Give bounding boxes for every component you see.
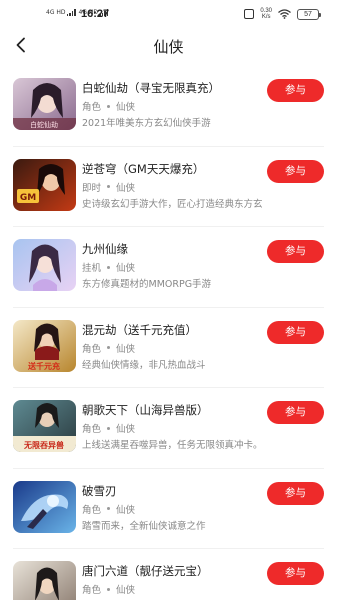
game-name: 混元劫（送千元充值） — [82, 322, 197, 337]
list-item[interactable]: 九州仙缘 挂机 仙侠 东方修真题材的MMORPG手游 参与 — [0, 227, 337, 308]
list-item[interactable]: 白蛇仙劫 白蛇仙劫（寻宝无限真充） 角色 仙侠 2021年唯美东方玄幻仙侠手游 参… — [0, 66, 337, 147]
page-title: 仙侠 — [153, 38, 184, 56]
game-type: 角色 — [82, 102, 102, 113]
signal-label-1: 4G HD — [46, 9, 66, 16]
status-bar: 4G HD 4G HD 16:27 0.30 K/s 57 — [0, 0, 337, 30]
game-thumbnail: GM — [13, 158, 76, 211]
dot-separator — [107, 507, 111, 510]
network-speed: 0.30 K/s — [260, 8, 272, 20]
game-type: 即时 — [82, 182, 102, 194]
game-thumbnail — [13, 561, 76, 600]
list-item[interactable]: 无限吞异兽 朝歌天下（山海异兽版） 角色 仙侠 上线送满星吞噬异兽，任务无限领真冲… — [0, 388, 337, 469]
game-description: 2021年唯美东方玄幻仙侠手游 — [82, 118, 211, 129]
net-speed-unit: K/s — [261, 14, 271, 20]
game-genre: 仙侠 — [116, 585, 136, 596]
game-tags: 角色 仙侠 — [82, 99, 135, 113]
game-name: 白蛇仙劫（寻宝无限真充） — [82, 81, 220, 95]
dot-separator — [107, 265, 111, 269]
game-type: 挂机 — [82, 263, 102, 274]
game-tags: 即时 仙侠 — [82, 180, 135, 194]
signal-icon: 4G HD — [46, 9, 76, 16]
join-button[interactable]: 参与 — [267, 240, 324, 263]
game-genre: 仙侠 — [116, 343, 136, 355]
game-thumbnail: 送千元充 — [13, 319, 76, 372]
dot-separator — [107, 185, 111, 188]
game-name: 九州仙缘 — [82, 242, 128, 256]
dot-separator — [107, 587, 111, 591]
game-tags: 角色 仙侠 — [82, 421, 135, 435]
wifi-icon — [278, 9, 291, 19]
svg-text:白蛇仙劫: 白蛇仙劫 — [30, 120, 58, 129]
game-genre: 仙侠 — [116, 424, 136, 435]
game-type: 角色 — [82, 424, 102, 435]
list-item[interactable]: 破雪刃 角色 仙侠 踏雪而来，全新仙侠诚意之作 参与 — [0, 469, 337, 549]
game-description: 踏雪而来，全新仙侠诚意之作 — [82, 520, 206, 532]
game-description: 史诗级玄幻手游大作，匠心打造经典东方玄幻世界！ — [82, 198, 262, 210]
join-button[interactable]: 参与 — [267, 481, 324, 505]
join-button[interactable]: 参与 — [267, 401, 324, 424]
game-tags: 挂机 仙侠 — [82, 260, 135, 274]
game-type: 角色 — [82, 585, 102, 596]
game-genre: 仙侠 — [116, 102, 136, 113]
dot-separator — [107, 346, 111, 349]
game-thumbnail — [13, 239, 76, 291]
game-type: 角色 — [82, 343, 102, 355]
list-item[interactable]: 送千元充 混元劫（送千元充值） 角色 仙侠 经典仙侠情缘，非凡热血战斗 参与 — [0, 308, 337, 388]
game-genre: 仙侠 — [116, 504, 136, 516]
header: 仙侠 — [0, 30, 337, 60]
game-description: 东方修真题材的MMORPG手游 — [82, 279, 212, 290]
clock: 16:27 — [81, 8, 110, 20]
status-icons: 0.30 K/s 57 — [244, 8, 321, 20]
game-tags: 角色 仙侠 — [82, 502, 135, 516]
game-type: 角色 — [82, 504, 102, 516]
game-name: 逆苍穹（GM天天爆充） — [82, 161, 205, 176]
join-button[interactable]: 参与 — [267, 320, 324, 344]
game-name: 破雪刃 — [82, 483, 117, 498]
game-thumbnail: 无限吞异兽 — [13, 400, 76, 452]
game-thumbnail: 白蛇仙劫 — [13, 78, 76, 130]
game-thumbnail — [13, 480, 76, 533]
join-button[interactable]: 参与 — [267, 159, 324, 183]
list-item[interactable]: GM 逆苍穹（GM天天爆充） 即时 仙侠 史诗级玄幻手游大作，匠心打造经典东方玄幻… — [0, 147, 337, 227]
svg-text:无限吞异兽: 无限吞异兽 — [23, 440, 64, 450]
game-genre: 仙侠 — [116, 182, 136, 194]
join-button[interactable]: 参与 — [267, 562, 324, 585]
svg-text:GM: GM — [20, 193, 36, 203]
game-name: 朝歌天下（山海异兽版） — [82, 403, 209, 417]
game-description: 经典仙侠情缘，非凡热血战斗 — [82, 359, 206, 371]
dot-separator — [107, 426, 111, 430]
game-tags: 角色 仙侠 — [82, 341, 135, 355]
list-item[interactable]: 唐门六道（靓仔送元宝） 角色 仙侠 参与 — [0, 549, 337, 600]
game-name: 唐门六道（靓仔送元宝） — [82, 564, 209, 578]
dot-separator — [107, 104, 111, 108]
battery-icon: 57 — [297, 8, 321, 20]
game-description: 上线送满星吞噬异兽，任务无限领真冲卡。 — [82, 440, 262, 451]
game-genre: 仙侠 — [116, 263, 136, 274]
game-tags: 角色 仙侠 — [82, 582, 135, 596]
vibrate-icon — [244, 9, 255, 19]
join-button[interactable]: 参与 — [267, 79, 324, 102]
svg-text:送千元充: 送千元充 — [27, 361, 60, 371]
game-list: 白蛇仙劫 白蛇仙劫（寻宝无限真充） 角色 仙侠 2021年唯美东方玄幻仙侠手游 参… — [0, 66, 337, 600]
